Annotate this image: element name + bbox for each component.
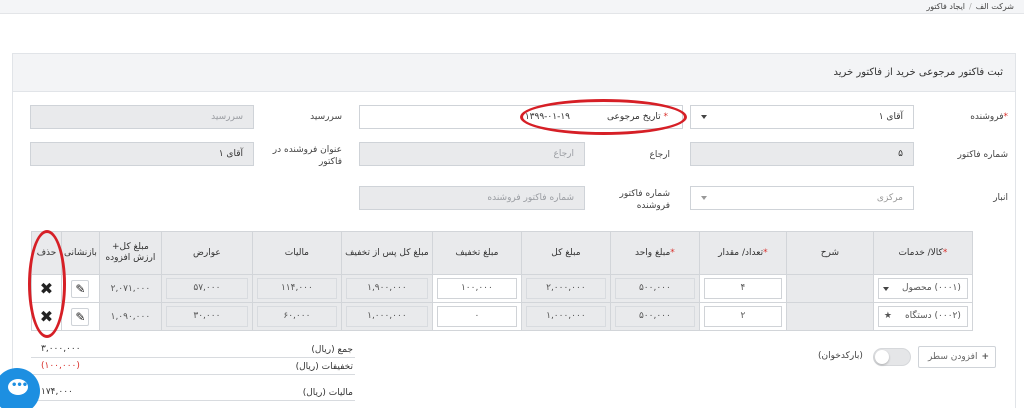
item-select[interactable]: (۰۰۰۱) محصول xyxy=(877,278,968,299)
unit-price-cell: ۵۰۰,۰۰۰ xyxy=(609,274,700,303)
totals-tax-value: ۱۷۴,۰۰۰ xyxy=(41,387,73,397)
edit-icon[interactable]: ✎ xyxy=(71,279,90,298)
qty-input[interactable]: ۴ xyxy=(703,278,782,299)
total-value: ۲,۰۰۰,۰۰۰ xyxy=(525,278,606,299)
discount-input[interactable]: ۰ xyxy=(436,306,517,327)
breadcrumb-home[interactable]: شرکت الف xyxy=(976,2,1014,11)
qty-cell: ۲ xyxy=(698,302,787,331)
add-row-button[interactable]: +افزودن سطر xyxy=(918,346,996,368)
delete-column-highlight xyxy=(28,230,66,338)
edit-icon[interactable]: ✎ xyxy=(71,307,90,326)
chat-dots: ••• xyxy=(11,380,28,391)
totals-sum-value: ۳,۰۰۰,۰۰۰ xyxy=(41,344,81,354)
breadcrumb: شرکت الف /ایجاد فاکتور xyxy=(926,2,1014,11)
totals-discounts-value: (۱۰۰,۰۰۰) xyxy=(41,361,80,371)
unit-price-cell: ۵۰۰,۰۰۰ xyxy=(609,302,700,331)
vendor-invoice-no-input[interactable]: شماره فاکتور فروشنده xyxy=(359,186,585,210)
chevron-down-icon xyxy=(701,196,707,200)
discount-input[interactable]: ۱۰۰,۰۰۰ xyxy=(436,278,517,299)
total-vat-cell: ۱,۰۹۰,۰۰۰ xyxy=(98,302,162,331)
col-item: *کالا/ خدمات xyxy=(872,231,973,275)
description-cell[interactable] xyxy=(785,274,874,303)
item-cell: (۰۰۰۲) دستگاه ★ xyxy=(872,302,973,331)
pin-icon: ★ xyxy=(883,311,892,321)
vendor-select[interactable]: آقای ۱ xyxy=(690,105,914,129)
totals-row-sum: جمع (ریال) ۳,۰۰۰,۰۰۰ xyxy=(31,343,355,358)
table-row: (۰۰۰۲) دستگاه ★ ۲ ۵۰۰,۰۰۰ ۱,۰۰۰,۰۰۰ ۰ ۱,۰… xyxy=(31,302,973,331)
col-review: بازنشانی xyxy=(61,231,100,275)
warehouse-select[interactable]: مرکزی xyxy=(690,186,914,210)
unit-price-input[interactable]: ۵۰۰,۰۰۰ xyxy=(614,306,695,327)
review-cell: ✎ xyxy=(61,274,100,303)
barcode-label: (بارکدخوان) xyxy=(818,351,863,361)
breadcrumb-separator: / xyxy=(969,2,972,11)
col-qty: *تعداد/ مقدار xyxy=(698,231,787,275)
col-unit-price: *مبلغ واحد xyxy=(609,231,700,275)
page-title: ثبت فاکتور مرجوعی خرید از فاکتور خرید xyxy=(833,67,1004,78)
chevron-down-icon xyxy=(701,115,707,119)
total-value: ۱,۰۰۰,۰۰۰ xyxy=(525,306,606,327)
vendor-title-label: عنوان فروشنده در فاکتور xyxy=(272,145,342,167)
totals-discounts-label: تخفیفات (ریال) xyxy=(295,362,353,372)
item-cell: (۰۰۰۱) محصول xyxy=(872,274,973,303)
description-cell[interactable] xyxy=(785,302,874,331)
vendor-label: *فروشنده xyxy=(970,112,1008,122)
plus-icon: + xyxy=(981,352,989,362)
duties-cell: ۵۷,۰۰۰ xyxy=(160,274,253,303)
col-tax: مالیات xyxy=(251,231,342,275)
vendor-title-input[interactable]: آقای ۱ xyxy=(30,142,254,166)
total-cell: ۱,۰۰۰,۰۰۰ xyxy=(520,302,611,331)
table-row: (۰۰۰۱) محصول ۴ ۵۰۰,۰۰۰ ۲,۰۰۰,۰۰۰ ۱۰۰,۰۰۰… xyxy=(31,274,973,303)
toggle-knob xyxy=(875,350,889,364)
card-header: ثبت فاکتور مرجوعی خرید از فاکتور خرید xyxy=(13,54,1015,92)
invoice-no-input[interactable]: ۵ xyxy=(690,142,914,166)
items-table: *کالا/ خدمات شرح *تعداد/ مقدار *مبلغ واح… xyxy=(31,231,973,331)
top-bar: شرکت الف /ایجاد فاکتور xyxy=(0,0,1024,14)
vendor-invoice-no-label: شماره فاکتور فروشنده xyxy=(619,189,670,211)
discount-cell: ۱۰۰,۰۰۰ xyxy=(431,274,522,303)
item-select[interactable]: (۰۰۰۲) دستگاه ★ xyxy=(877,306,968,327)
col-total: مبلغ کل xyxy=(520,231,611,275)
totals-row-discounts: تخفیفات (ریال) (۱۰۰,۰۰۰) xyxy=(31,360,355,375)
duties-cell: ۳۰,۰۰۰ xyxy=(160,302,253,331)
totals-row-tax: مالیات (ریال) ۱۷۴,۰۰۰ xyxy=(31,386,355,401)
totals-tax-label: مالیات (ریال) xyxy=(302,388,353,398)
discount-cell: ۰ xyxy=(431,302,522,331)
unit-price-input[interactable]: ۵۰۰,۰۰۰ xyxy=(614,278,695,299)
after-discount-value: ۱,۹۰۰,۰۰۰ xyxy=(345,278,428,299)
col-after-discount: مبلغ کل پس از تخفیف xyxy=(340,231,433,275)
table-header-row: *کالا/ خدمات شرح *تعداد/ مقدار *مبلغ واح… xyxy=(31,231,973,275)
total-cell: ۲,۰۰۰,۰۰۰ xyxy=(520,274,611,303)
tax-cell: ۱۱۴,۰۰۰ xyxy=(251,274,342,303)
due-date-label: سررسید xyxy=(310,112,342,122)
qty-input[interactable]: ۲ xyxy=(703,306,782,327)
tax-cell: ۶۰,۰۰۰ xyxy=(251,302,342,331)
after-discount-cell: ۱,۰۰۰,۰۰۰ xyxy=(340,302,433,331)
breadcrumb-current: ایجاد فاکتور xyxy=(926,2,966,11)
tax-value: ۱۱۴,۰۰۰ xyxy=(256,278,337,299)
ref-label: ارجاع xyxy=(649,150,670,160)
ref-input[interactable]: ارجاع xyxy=(359,142,585,166)
invoice-no-label: شماره فاکتور xyxy=(957,150,1008,160)
ref-date-highlight xyxy=(520,99,687,135)
review-cell: ✎ xyxy=(61,302,100,331)
col-duties: عوارض xyxy=(160,231,253,275)
totals-sum-label: جمع (ریال) xyxy=(311,345,353,355)
col-discount: مبلغ تخفیف xyxy=(431,231,522,275)
col-description: شرح xyxy=(785,231,874,275)
after-discount-cell: ۱,۹۰۰,۰۰۰ xyxy=(340,274,433,303)
after-discount-value: ۱,۰۰۰,۰۰۰ xyxy=(345,306,428,327)
due-date-input[interactable]: سررسید xyxy=(30,105,254,129)
duties-value: ۳۰,۰۰۰ xyxy=(165,306,248,327)
chevron-down-icon xyxy=(882,287,889,291)
barcode-toggle[interactable] xyxy=(873,348,911,366)
qty-cell: ۴ xyxy=(698,274,787,303)
duties-value: ۵۷,۰۰۰ xyxy=(165,278,248,299)
tax-value: ۶۰,۰۰۰ xyxy=(256,306,337,327)
warehouse-label: انبار xyxy=(993,193,1008,203)
col-total-vat: مبلغ کل+ ارزش افزوده xyxy=(98,231,162,275)
total-vat-cell: ۲,۰۷۱,۰۰۰ xyxy=(98,274,162,303)
